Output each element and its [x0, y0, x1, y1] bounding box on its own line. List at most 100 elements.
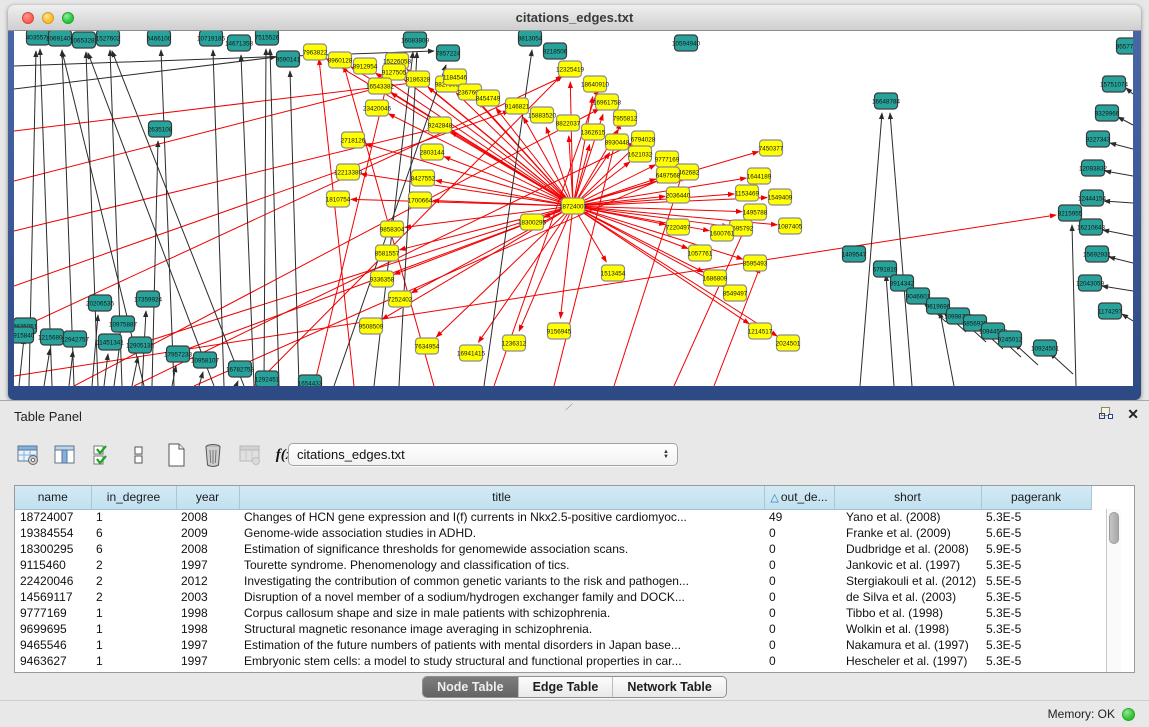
table-cell[interactable]: 18724007	[15, 509, 91, 525]
table-cell[interactable]: Yano et al. (2008)	[834, 509, 981, 525]
column-settings-button[interactable]	[14, 441, 42, 469]
table-cell[interactable]: 1998	[176, 605, 239, 621]
column-header-year[interactable]: year	[176, 486, 239, 509]
table-cell[interactable]: 0	[764, 653, 834, 669]
table-cell[interactable]: 5.3E-5	[981, 557, 1091, 573]
table-cell[interactable]: 0	[764, 605, 834, 621]
table-cell[interactable]: 6	[91, 541, 176, 557]
window-titlebar[interactable]: citations_edges.txt	[8, 5, 1141, 31]
table-cell[interactable]: 1997	[176, 637, 239, 653]
create-table-button[interactable]	[162, 441, 190, 469]
graph-node[interactable]: 6497568	[656, 167, 681, 183]
table-cell[interactable]: 6	[91, 525, 176, 541]
table-cell[interactable]: 1	[91, 605, 176, 621]
close-window-button[interactable]	[22, 12, 34, 24]
graph-node[interactable]: 1600761	[710, 225, 735, 241]
graph-node[interactable]: 7955812	[613, 110, 638, 126]
table-cell[interactable]: 0	[764, 573, 834, 589]
graph-node[interactable]: 9329966	[1095, 105, 1120, 121]
graph-node[interactable]: 8215955	[1058, 205, 1083, 221]
graph-node[interactable]: 1184546	[443, 69, 468, 85]
graph-node[interactable]: 18300295	[518, 214, 547, 230]
table-cell[interactable]: de Silva et al. (2003)	[834, 589, 981, 605]
table-cell[interactable]: 5.3E-5	[981, 637, 1091, 653]
graph-node[interactable]: 16543382	[366, 78, 395, 94]
graph-node[interactable]: 9242848	[428, 117, 453, 133]
graph-node[interactable]: 1549409	[768, 189, 793, 205]
graph-node[interactable]: 9336358	[370, 271, 395, 287]
graph-node[interactable]: 2036440	[666, 187, 691, 203]
table-source-select[interactable]: citations_edges.txt ▲▼	[288, 443, 678, 466]
table-cell[interactable]: 1998	[176, 621, 239, 637]
table-cell[interactable]: Disruption of a novel member of a sodium…	[239, 589, 764, 605]
table-cell[interactable]: Wolkin et al. (1998)	[834, 621, 981, 637]
table-cell[interactable]: 18300295	[15, 541, 91, 557]
graph-node[interactable]: 1513454	[601, 265, 626, 281]
table-vertical-scrollbar[interactable]	[1106, 509, 1121, 673]
column-header-pagerank[interactable]: pagerank	[981, 486, 1091, 509]
column-header-name[interactable]: name	[15, 486, 91, 509]
table-cell[interactable]: Changes of HCN gene expression and I(f) …	[239, 509, 764, 525]
graph-node[interactable]: 9508509	[359, 318, 384, 334]
graph-node[interactable]: 12093832	[1079, 160, 1108, 176]
graph-node[interactable]: 16961758	[593, 94, 622, 110]
graph-node[interactable]: 7857224	[436, 45, 461, 61]
graph-node[interactable]: 14671358	[225, 35, 254, 51]
graph-node[interactable]: 7450377	[759, 140, 784, 156]
table-cell[interactable]: 9115460	[15, 557, 91, 573]
graph-node[interactable]: 15751074	[1100, 76, 1129, 92]
table-cell[interactable]: 5.5E-5	[981, 573, 1091, 589]
graph-node[interactable]: 9218506	[543, 43, 568, 59]
table-cell[interactable]: 0	[764, 621, 834, 637]
float-panel-icon[interactable]	[1099, 406, 1115, 422]
graph-node[interactable]: 8595493	[743, 255, 768, 271]
panel-splitter-handle[interactable]: ⟋	[565, 402, 573, 413]
table-cell[interactable]: 14569117	[15, 589, 91, 605]
table-cell[interactable]: 19384554	[15, 525, 91, 541]
table-cell[interactable]: 0	[764, 557, 834, 573]
graph-node[interactable]: 10594940	[672, 35, 701, 51]
graph-node[interactable]: 8549497	[723, 285, 748, 301]
graph-node[interactable]: 1362615	[581, 124, 606, 140]
table-cell[interactable]: 9465546	[15, 637, 91, 653]
graph-node[interactable]: 8454749	[476, 90, 501, 106]
table-cell[interactable]: 2008	[176, 509, 239, 525]
table-cell[interactable]: 1	[91, 637, 176, 653]
close-panel-icon[interactable]: ✕	[1127, 406, 1139, 422]
graph-node[interactable]: 9557764	[1116, 38, 1133, 54]
tab-node-table[interactable]: Node Table	[423, 677, 518, 697]
graph-node[interactable]: 3915840	[14, 327, 35, 343]
graph-node[interactable]: 1810754	[326, 191, 351, 207]
graph-node[interactable]: 8581557	[375, 245, 400, 261]
graph-node[interactable]: 2718126	[341, 132, 366, 148]
graph-node[interactable]: 1292451	[255, 371, 280, 386]
table-cell[interactable]: 1997	[176, 653, 239, 669]
graph-node[interactable]: 16941415	[457, 345, 486, 361]
graph-node[interactable]: 1153469	[735, 185, 760, 201]
graph-node[interactable]: 1057761	[688, 245, 713, 261]
column-header-title[interactable]: title	[239, 486, 764, 509]
table-cell[interactable]: 0	[764, 525, 834, 541]
graph-node[interactable]: 16648784	[872, 93, 901, 109]
graph-node[interactable]: 2635108	[148, 121, 173, 137]
scrollbar-thumb[interactable]	[1109, 512, 1119, 544]
table-cell[interactable]: Genome-wide association studies in ADHD.	[239, 525, 764, 541]
graph-node[interactable]: 8186328	[406, 71, 431, 87]
graph-node[interactable]: 9146821	[505, 98, 530, 114]
zoom-window-button[interactable]	[62, 12, 74, 24]
graph-node[interactable]: 18640910	[581, 76, 610, 92]
graph-node[interactable]: 8930448	[605, 134, 630, 150]
table-cell[interactable]: 2	[91, 589, 176, 605]
graph-node[interactable]: 2024501	[776, 335, 801, 351]
graph-node[interactable]: 1700664	[408, 192, 433, 208]
graph-node[interactable]: 18724007	[559, 198, 588, 214]
table-cell[interactable]: 49	[764, 509, 834, 525]
table-cell[interactable]: Corpus callosum shape and size in male p…	[239, 605, 764, 621]
graph-node[interactable]: 17957233	[164, 346, 193, 362]
graph-node[interactable]: 16210643	[1077, 219, 1106, 235]
graph-node[interactable]: 9245012	[998, 331, 1023, 347]
table-cell[interactable]: Jankovic et al. (1997)	[834, 557, 981, 573]
table-cell[interactable]: Estimation of significance thresholds fo…	[239, 541, 764, 557]
table-cell[interactable]: 2009	[176, 525, 239, 541]
table-cell[interactable]: 1997	[176, 557, 239, 573]
